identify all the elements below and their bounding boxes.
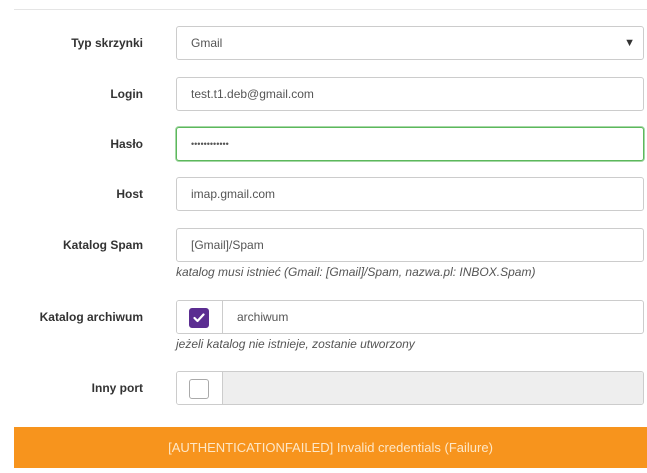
archive-checkbox-addon xyxy=(177,301,223,333)
mailbox-type-select[interactable]: Gmail ▼ xyxy=(176,26,644,60)
row-spam-folder: Katalog Spam [Gmail]/Spam xyxy=(0,228,647,262)
archive-checkbox[interactable] xyxy=(189,308,209,328)
archive-folder-help: jeżeli katalog nie istnieje, zostanie ut… xyxy=(176,337,415,351)
other-port-group xyxy=(176,371,644,405)
host-input[interactable]: imap.gmail.com xyxy=(176,177,644,211)
row-login: Login test.t1.deb@gmail.com xyxy=(0,77,647,111)
archive-folder-input[interactable]: archiwum xyxy=(223,301,643,333)
top-divider xyxy=(14,9,647,10)
login-input[interactable]: test.t1.deb@gmail.com xyxy=(176,77,644,111)
row-archive-folder: Katalog archiwum archiwum xyxy=(0,300,647,334)
mailbox-type-label: Typ skrzynki xyxy=(71,36,143,50)
password-label: Hasło xyxy=(110,137,143,151)
other-port-checkbox[interactable] xyxy=(189,379,209,399)
row-host: Host imap.gmail.com xyxy=(0,177,647,211)
error-alert: [AUTHENTICATIONFAILED] Invalid credentia… xyxy=(14,427,647,468)
archive-folder-label: Katalog archiwum xyxy=(39,310,143,324)
other-port-input[interactable] xyxy=(223,372,643,404)
password-input[interactable]: •••••••••••• xyxy=(176,127,644,161)
other-port-label: Inny port xyxy=(91,381,143,395)
row-other-port: Inny port xyxy=(0,371,647,405)
other-port-checkbox-addon xyxy=(177,372,223,404)
spam-folder-help: katalog musi istnieć (Gmail: [Gmail]/Spa… xyxy=(176,265,536,279)
spam-folder-input[interactable]: [Gmail]/Spam xyxy=(176,228,644,262)
caret-down-icon: ▼ xyxy=(624,37,635,49)
row-mailbox-type: Typ skrzynki Gmail ▼ xyxy=(0,26,647,60)
spam-folder-label: Katalog Spam xyxy=(62,238,143,252)
row-password: Hasło •••••••••••• xyxy=(0,127,647,161)
checkmark-icon xyxy=(193,313,205,323)
host-label: Host xyxy=(116,187,143,201)
archive-folder-group: archiwum xyxy=(176,300,644,334)
mailbox-type-value: Gmail xyxy=(191,36,223,50)
login-label: Login xyxy=(110,87,143,101)
